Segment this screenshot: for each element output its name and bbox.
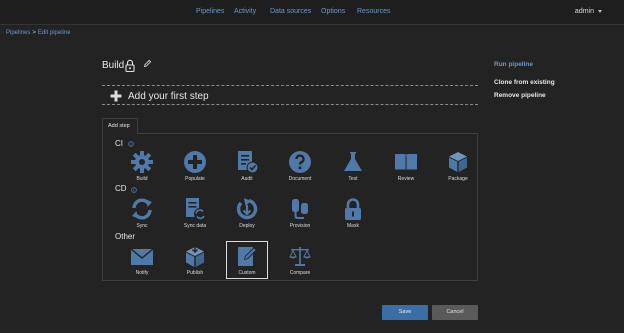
step-mask[interactable]: Mask <box>335 197 371 229</box>
step-custom[interactable]: Custom <box>226 241 268 279</box>
clone-from-existing-link[interactable]: Clone from existing <box>494 79 555 86</box>
package-cube-icon <box>449 152 467 172</box>
question-circle-icon <box>289 151 311 173</box>
publish-box-icon <box>186 245 204 267</box>
info-icon[interactable] <box>128 141 134 147</box>
step-populate[interactable]: Populate <box>177 150 213 182</box>
padlock-icon <box>345 198 361 220</box>
section-cd-label: CD <box>115 184 127 193</box>
step-build[interactable]: Build <box>124 150 160 182</box>
database-provision-icon <box>292 199 308 219</box>
step-package[interactable]: Package <box>440 150 476 182</box>
step-label: Populate <box>185 176 205 182</box>
step-deploy[interactable]: Deploy <box>229 197 265 229</box>
lock-icon[interactable] <box>125 59 135 72</box>
step-label: Audit <box>241 176 253 182</box>
step-label: Document <box>288 176 312 182</box>
pipeline-title: Build <box>102 60 125 71</box>
step-label: Provision <box>289 223 311 229</box>
document-sync-icon <box>186 198 206 220</box>
chevron-down-icon <box>598 9 602 13</box>
step-label: Package <box>448 176 468 182</box>
step-audit[interactable]: Audit <box>229 150 265 182</box>
nav-options[interactable]: Options <box>321 8 345 15</box>
plus-circle-icon <box>184 151 206 173</box>
step-document[interactable]: Document <box>282 150 318 182</box>
flask-icon <box>344 152 362 171</box>
envelope-icon <box>130 248 154 265</box>
nav-activity[interactable]: Activity <box>234 8 256 15</box>
nav-data-sources[interactable]: Data sources <box>270 8 311 15</box>
step-label: Custom <box>238 270 256 276</box>
cancel-button[interactable]: Cancel <box>432 305 478 320</box>
pencil-icon[interactable] <box>143 59 152 68</box>
run-pipeline-link[interactable]: Run pipeline <box>494 61 533 68</box>
remove-pipeline-link[interactable]: Remove pipeline <box>494 92 546 99</box>
step-label: Test <box>348 176 358 182</box>
tab-add-step[interactable]: Add step <box>102 118 138 134</box>
save-button[interactable]: Save <box>382 305 428 320</box>
deploy-arrow-icon <box>236 198 258 220</box>
nav-resources[interactable]: Resources <box>357 8 390 15</box>
plus-icon[interactable] <box>110 90 122 102</box>
step-label: Compare <box>289 270 311 276</box>
step-label: Sync data <box>183 223 207 229</box>
user-menu[interactable]: admin <box>575 8 602 15</box>
step-label: Review <box>397 176 415 182</box>
step-sync[interactable]: Sync <box>124 197 160 229</box>
breadcrumb-separator: > <box>32 30 36 36</box>
add-first-step-label[interactable]: Add your first step <box>128 91 209 102</box>
step-test[interactable]: Test <box>335 150 371 182</box>
step-label: Sync <box>136 223 148 229</box>
step-compare[interactable]: Compare <box>282 244 318 276</box>
step-label: Build <box>136 176 148 182</box>
breadcrumb: Pipelines > Edit pipeline <box>6 30 71 36</box>
nav-pipelines[interactable]: Pipelines <box>196 8 224 15</box>
step-label: Publish <box>186 270 204 276</box>
gear-icon <box>131 151 153 173</box>
top-navbar: Pipelines Activity Data sources Options … <box>0 0 624 25</box>
section-ci-label: CI <box>115 139 123 148</box>
step-review[interactable]: Review <box>388 150 424 182</box>
step-label: Mask <box>347 223 359 229</box>
user-name: admin <box>574 8 594 15</box>
scales-icon <box>289 247 311 266</box>
book-icon <box>395 154 417 171</box>
step-label: Notify <box>135 270 149 276</box>
custom-edit-icon <box>238 247 257 266</box>
breadcrumb-pipelines[interactable]: Pipelines <box>6 30 30 36</box>
step-publish[interactable]: Publish <box>177 244 213 276</box>
step-notify[interactable]: Notify <box>124 244 160 276</box>
info-icon[interactable] <box>131 187 137 193</box>
breadcrumb-current[interactable]: Edit pipeline <box>38 30 71 36</box>
sync-arrows-icon <box>132 198 152 220</box>
section-other-label: Other <box>115 232 136 241</box>
step-sync-data[interactable]: Sync data <box>177 197 213 229</box>
document-check-icon <box>238 151 259 174</box>
step-provision[interactable]: Provision <box>282 197 318 229</box>
step-label: Deploy <box>239 223 255 229</box>
